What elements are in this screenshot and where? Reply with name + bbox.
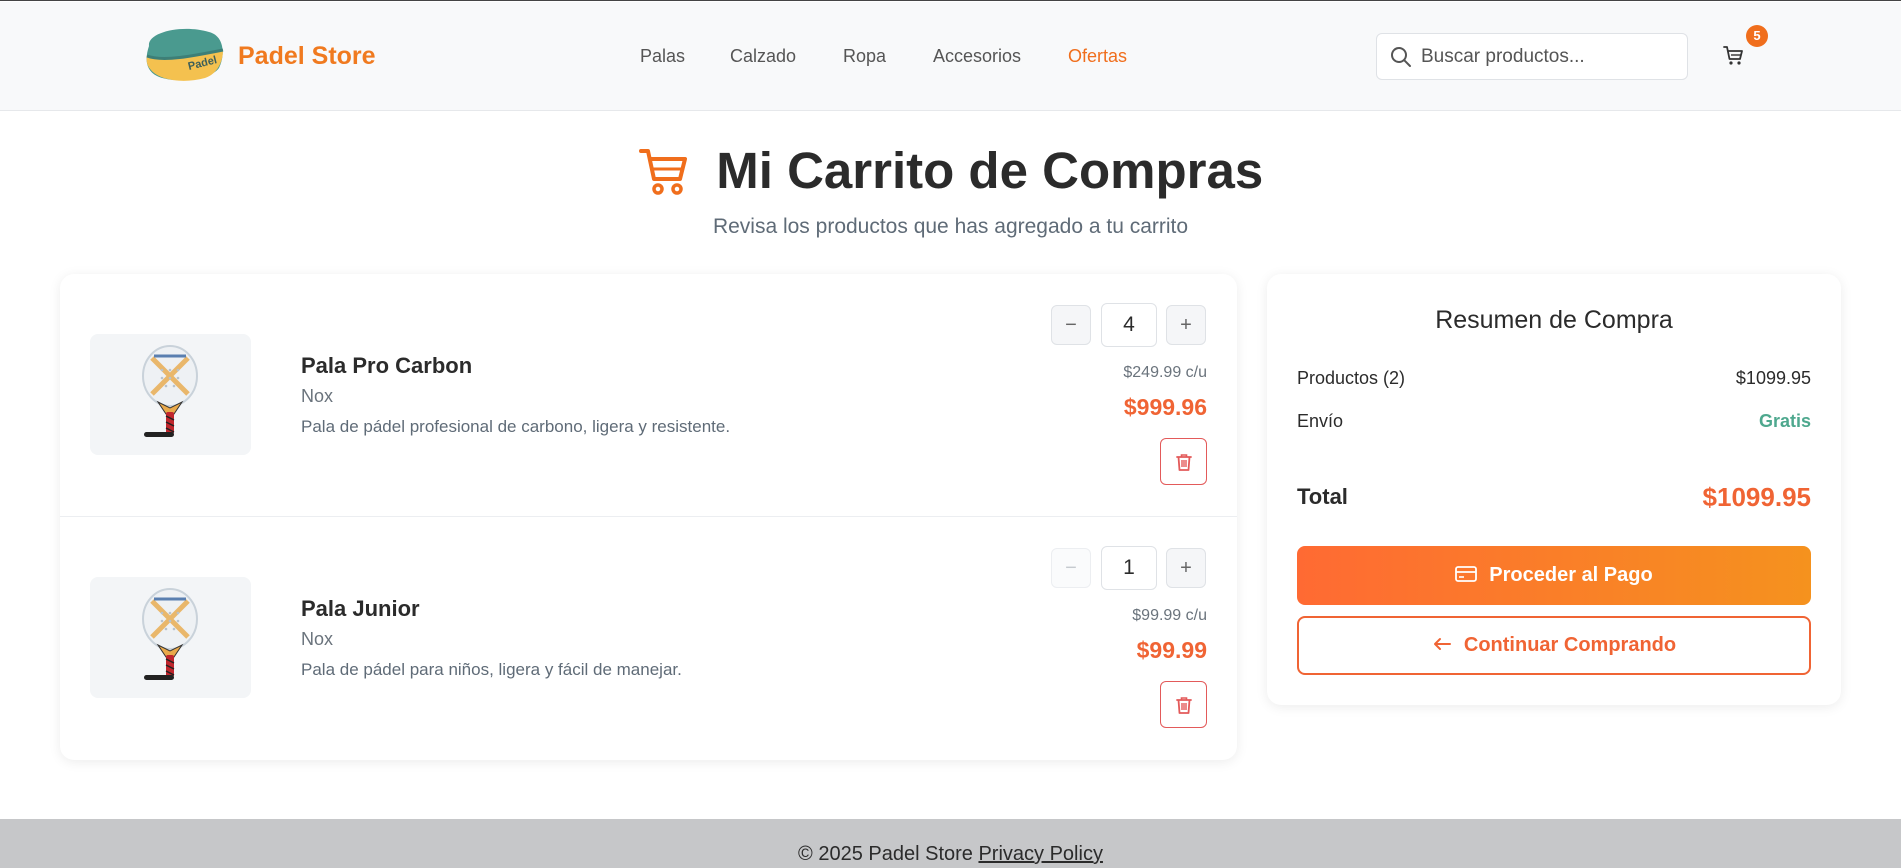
checkout-label: Proceder al Pago (1489, 564, 1653, 586)
products-label: Productos (2) (1297, 368, 1406, 388)
search-box (1376, 33, 1688, 80)
shipping-label: Envío (1297, 411, 1344, 431)
order-summary: Resumen de Compra Productos (2) $1099.95… (1267, 274, 1841, 705)
product-image[interactable] (90, 577, 251, 698)
padel-racket-image (142, 588, 198, 680)
summary-shipping-row: Envío Gratis (1297, 411, 1811, 432)
nav-link-ofertas[interactable]: Ofertas (1068, 46, 1127, 67)
arrow-left-icon (1433, 637, 1451, 650)
quantity-value[interactable]: 4 (1101, 303, 1157, 347)
remove-item-button[interactable] (1160, 681, 1207, 728)
page-title-row: Mi Carrito de Compras (0, 141, 1901, 200)
nav-link-calzado[interactable]: Calzado (730, 46, 796, 67)
continue-shopping-label: Continuar Comprando (1463, 634, 1677, 656)
cart-item: Pala Pro Carbon Nox Pala de pádel profes… (60, 274, 1237, 517)
trash-icon (1176, 697, 1192, 714)
product-description: Pala de pádel profesional de carbono, li… (301, 417, 731, 436)
search-icon (1391, 47, 1411, 67)
product-brand: Nox (301, 386, 334, 406)
copyright-text: © 2025 Padel Store (798, 843, 973, 865)
cart-icon[interactable] (1722, 44, 1746, 68)
site-footer: © 2025 Padel Store Privacy Policy (0, 819, 1901, 868)
shipping-value: Gratis (1758, 411, 1811, 431)
increase-quantity-button[interactable]: + (1166, 305, 1206, 345)
site-header: Padel Padel Store Palas Calzado Ropa Acc… (0, 2, 1901, 111)
cart-items-card: Pala Pro Carbon Nox Pala de pádel profes… (60, 274, 1237, 760)
products-value: $1099.95 (1735, 368, 1811, 388)
summary-total-row: Total $1099.95 (1297, 482, 1811, 512)
product-name[interactable]: Pala Pro Carbon (301, 353, 472, 379)
unit-price: $99.99 c/u (1132, 607, 1207, 624)
product-name[interactable]: Pala Junior (301, 596, 420, 622)
decrease-quantity-button[interactable]: − (1051, 305, 1091, 345)
remove-item-button[interactable] (1160, 438, 1207, 485)
checkout-button[interactable]: Proceder al Pago (1297, 546, 1811, 605)
search-input[interactable] (1421, 43, 1676, 71)
privacy-policy-link[interactable]: Privacy Policy (978, 843, 1102, 865)
cart-item: Pala Junior Nox Pala de pádel para niños… (60, 517, 1237, 760)
nav-link-accesorios[interactable]: Accesorios (933, 46, 1021, 67)
cart-count-badge: 5 (1746, 25, 1768, 47)
unit-price: $249.99 c/u (1123, 364, 1207, 381)
quantity-value[interactable]: 1 (1101, 546, 1157, 590)
increase-quantity-button[interactable]: + (1166, 548, 1206, 588)
product-brand: Nox (301, 629, 334, 649)
padel-racket-image (142, 345, 198, 437)
total-value: $1099.95 (1702, 482, 1811, 512)
continue-shopping-button[interactable]: Continuar Comprando (1297, 616, 1811, 675)
page-subtitle: Revisa los productos que has agregado a … (712, 215, 1189, 238)
line-total: $999.96 (1123, 394, 1207, 420)
credit-card-icon (1455, 565, 1478, 582)
product-description: Pala de pádel para niños, ligera y fácil… (301, 660, 682, 679)
page-title: Mi Carrito de Compras (716, 142, 1264, 199)
summary-products-row: Productos (2) $1099.95 (1297, 368, 1811, 389)
decrease-quantity-button[interactable]: − (1051, 548, 1091, 588)
product-image[interactable] (90, 334, 251, 455)
cart-title-icon (638, 148, 687, 195)
line-total: $99.99 (1136, 637, 1207, 663)
trash-icon (1176, 454, 1192, 471)
nav-link-palas[interactable]: Palas (640, 46, 685, 67)
nav-link-ropa[interactable]: Ropa (843, 46, 886, 67)
summary-title: Resumen de Compra (1435, 306, 1673, 334)
total-label: Total (1297, 484, 1348, 509)
